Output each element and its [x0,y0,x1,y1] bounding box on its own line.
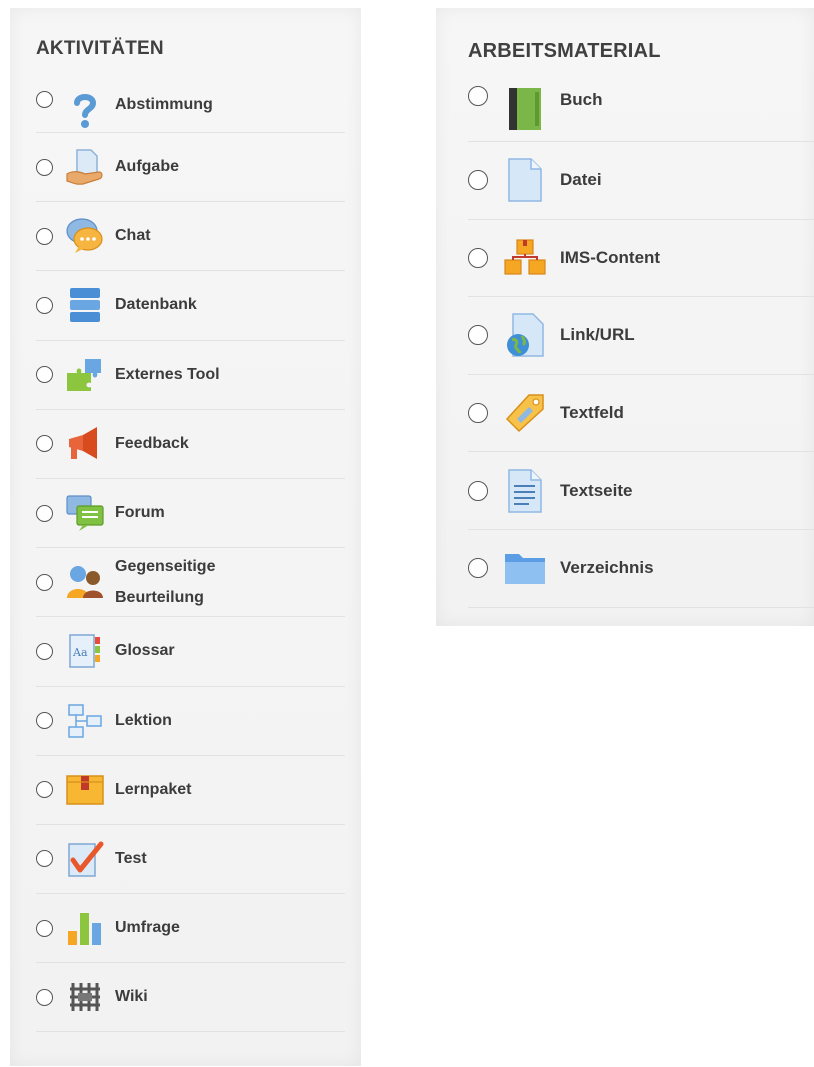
item-label[interactable]: Gegenseitige Beurteilung [115,551,265,613]
item-label[interactable]: Buch [560,86,603,114]
activity-option-test[interactable]: Test [36,825,345,895]
activity-option-datenbank[interactable]: Datenbank [36,271,345,341]
activity-option-aufgabe[interactable]: Aufgabe [36,133,345,203]
radio-button[interactable] [36,504,53,522]
item-label[interactable]: Test [115,845,147,873]
item-label[interactable]: Externes Tool [115,361,220,389]
item-label[interactable]: Textseite [560,477,632,505]
radio-button[interactable] [36,642,53,660]
item-label[interactable]: Verzeichnis [560,554,654,582]
item-label[interactable]: Feedback [115,430,189,458]
item-label[interactable]: Textfeld [560,399,624,427]
forum-icon [65,493,105,533]
item-label[interactable]: Forum [115,499,165,527]
item-label[interactable]: Link/URL [560,321,635,349]
resource-option-textseite[interactable]: Textseite [468,452,814,530]
radio-button[interactable] [468,558,488,579]
assignment-hand-icon [65,147,105,187]
item-label[interactable]: Umfrage [115,914,180,942]
activities-panel: AKTIVITÄTEN Abstimmung Aufgabe Chat Date… [10,8,361,1066]
radio-button[interactable] [36,573,53,591]
lesson-flow-icon [65,701,105,741]
resource-option-link-url[interactable]: Link/URL [468,297,814,375]
resource-option-textfeld[interactable]: Textfeld [468,375,814,453]
item-label[interactable]: Abstimmung [115,91,213,119]
radio-button[interactable] [36,988,53,1006]
activity-option-externes-tool[interactable]: Externes Tool [36,341,345,410]
radio-button[interactable] [36,296,53,314]
activity-option-wiki[interactable]: Wiki [36,963,345,1033]
activity-option-lernpaket[interactable]: Lernpaket [36,756,345,825]
item-label[interactable]: Lektion [115,707,172,735]
radio-button[interactable] [36,712,53,730]
page-icon [502,468,548,514]
megaphone-icon [65,424,105,464]
activities-heading: AKTIVITÄTEN [36,38,164,59]
activity-option-forum[interactable]: Forum [36,479,345,549]
label-tag-icon [502,390,548,436]
item-label[interactable]: Wiki [115,983,148,1011]
item-label[interactable]: Datenbank [115,291,197,319]
radio-button[interactable] [468,86,488,106]
activity-option-glossar[interactable]: Aa Glossar [36,617,345,687]
radio-button[interactable] [468,170,488,191]
resource-option-verzeichnis[interactable]: Verzeichnis [468,530,814,608]
activity-option-gegenseitige-beurteilung[interactable]: Gegenseitige Beurteilung [36,548,345,618]
radio-button[interactable] [468,247,488,268]
question-mark-icon [65,91,105,131]
radio-button[interactable] [36,435,53,453]
item-label[interactable]: Datei [560,166,602,194]
radio-button[interactable] [468,325,488,346]
item-label[interactable]: Chat [115,222,151,250]
activity-option-chat[interactable]: Chat [36,202,345,272]
book-icon [502,86,548,132]
glossary-icon: Aa [65,631,105,671]
activity-option-abstimmung[interactable]: Abstimmung [36,91,345,133]
radio-button[interactable] [468,480,488,501]
radio-button[interactable] [36,781,53,799]
bar-chart-icon [65,908,105,948]
svg-text:Aa: Aa [72,646,88,659]
radio-button[interactable] [36,850,53,868]
resource-option-datei[interactable]: Datei [468,142,814,220]
radio-button[interactable] [36,227,53,245]
package-box-icon [65,770,105,810]
resources-panel: ARBEITSMATERIAL Buch Datei IMS-Content L… [436,8,814,626]
resources-list: Buch Datei IMS-Content Link/URL Textfeld… [468,86,814,608]
database-icon [65,285,105,325]
item-label[interactable]: Lernpaket [115,776,191,804]
folder-icon [502,545,548,591]
item-label[interactable]: IMS-Content [560,244,660,272]
radio-button[interactable] [36,91,53,108]
resource-option-ims-content[interactable]: IMS-Content [468,220,814,298]
resource-option-buch[interactable]: Buch [468,86,814,142]
quiz-check-icon [65,839,105,879]
activities-list: Abstimmung Aufgabe Chat Datenbank Extern… [36,91,345,1033]
puzzle-icon [65,355,105,395]
radio-button[interactable] [468,403,488,424]
radio-button[interactable] [36,158,53,176]
radio-button[interactable] [36,366,53,384]
workshop-people-icon [65,562,105,602]
ims-boxes-icon [502,235,548,281]
item-label[interactable]: Glossar [115,637,175,665]
radio-button[interactable] [36,919,53,937]
item-label[interactable]: Aufgabe [115,153,179,181]
activity-option-umfrage[interactable]: Umfrage [36,894,345,964]
activity-option-feedback[interactable]: Feedback [36,410,345,479]
resources-heading: ARBEITSMATERIAL [468,40,661,62]
chat-bubbles-icon [65,216,105,256]
file-icon [502,157,548,203]
wiki-icon [65,977,105,1017]
url-globe-icon [502,312,548,358]
activity-option-lektion[interactable]: Lektion [36,687,345,756]
